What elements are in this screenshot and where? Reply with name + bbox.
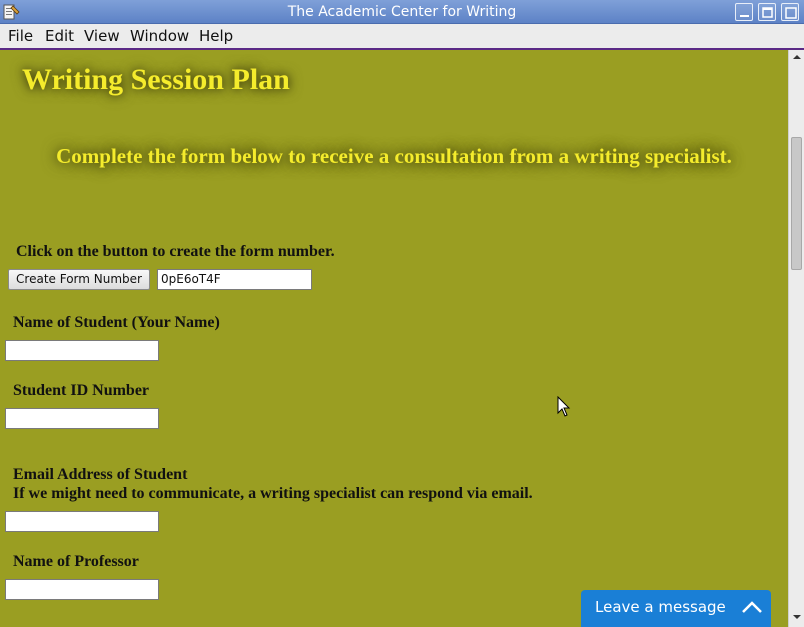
menu-view[interactable]: View	[84, 24, 120, 48]
menu-bar: File Edit View Window Help	[0, 24, 804, 50]
create-form-number-button[interactable]: Create Form Number	[8, 269, 150, 290]
maximize-button[interactable]	[758, 3, 776, 21]
leave-message-label: Leave a message	[595, 598, 726, 616]
close-button[interactable]	[781, 3, 799, 21]
maximize-icon	[762, 7, 773, 18]
page-subtitle: Complete the form below to receive a con…	[56, 144, 732, 168]
menu-file[interactable]: File	[8, 24, 33, 48]
menu-help[interactable]: Help	[199, 24, 233, 48]
page-title: Writing Session Plan	[22, 63, 290, 96]
professor-name-field[interactable]	[5, 579, 159, 600]
minimize-icon	[740, 15, 749, 17]
scroll-down-icon[interactable]	[789, 610, 804, 624]
leave-message-widget[interactable]: Leave a message	[581, 590, 771, 627]
student-email-hint: If we might need to communicate, a writi…	[13, 485, 533, 502]
page-content: Writing Session Plan Complete the form b…	[0, 50, 788, 627]
form-number-field[interactable]: 0pE6oT4F	[157, 269, 312, 290]
chevron-up-icon[interactable]	[741, 597, 763, 617]
minimize-button[interactable]	[735, 3, 753, 21]
scroll-up-icon[interactable]	[789, 50, 804, 64]
student-id-label: Student ID Number	[13, 382, 150, 399]
close-icon	[785, 7, 797, 19]
menu-edit[interactable]: Edit	[45, 24, 74, 48]
scrollbar-thumb[interactable]	[791, 137, 802, 270]
title-bar: The Academic Center for Writing	[0, 0, 804, 24]
student-email-field[interactable]	[5, 511, 159, 532]
menu-window[interactable]: Window	[130, 24, 189, 48]
form-number-instruction: Click on the button to create the form n…	[16, 243, 335, 260]
window-title: The Academic Center for Writing	[287, 4, 517, 20]
mouse-cursor-icon	[557, 396, 571, 417]
student-name-field[interactable]	[5, 340, 159, 361]
student-email-label: Email Address of Student	[13, 466, 188, 483]
professor-name-label: Name of Professor	[13, 553, 139, 570]
student-id-field[interactable]	[5, 408, 159, 429]
student-name-label: Name of Student (Your Name)	[13, 314, 220, 331]
vertical-scrollbar[interactable]	[788, 50, 804, 627]
